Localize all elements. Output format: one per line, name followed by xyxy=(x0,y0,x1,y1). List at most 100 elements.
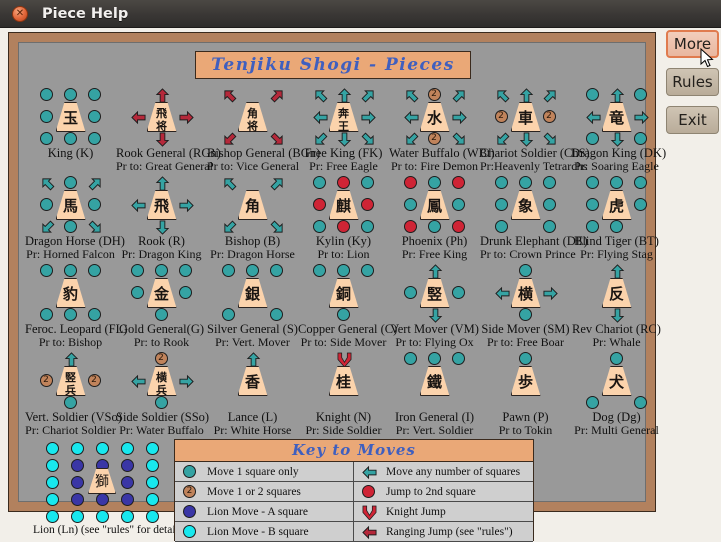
ranging-arrow-icon xyxy=(610,308,624,323)
piece-cell: 竜 Dragon King (DK) Pr: Soaring Eagle xyxy=(571,87,666,173)
piece-cell: 犬 Dog (Dg) Pr: Multi General xyxy=(571,351,662,437)
ranging-arrow-icon xyxy=(155,220,169,235)
two-squares-marker: 2 xyxy=(183,484,196,498)
knight-jump-icon xyxy=(362,505,377,520)
ranging-arrow-icon xyxy=(155,176,169,191)
lion-a-square-marker xyxy=(120,492,134,506)
piece-move-diagram: 飛 xyxy=(116,175,207,235)
dot-teal-marker xyxy=(39,110,53,123)
close-icon[interactable]: ✕ xyxy=(12,5,28,22)
side-button-column: More Rules Exit xyxy=(664,30,721,518)
ranging-arrow-icon xyxy=(178,374,194,389)
key-legend-label: Jump to 2nd square xyxy=(386,485,476,498)
dot-teal-marker xyxy=(542,198,556,211)
lion-a-square-marker xyxy=(70,458,84,472)
dot-teal-marker xyxy=(585,176,599,189)
piece-move-diagram: 歩 xyxy=(480,351,571,411)
piece-promotion: Pr: Flying Stag xyxy=(580,247,653,261)
ranging-jump-arrow-icon xyxy=(362,525,377,539)
key-legend-symbol xyxy=(181,504,201,520)
piece-tile: 鳳 xyxy=(419,190,450,220)
piece-cell: 角 Bishop (B) Pr: Dragon Horse xyxy=(207,175,298,261)
dot-red-marker xyxy=(336,176,350,189)
piece-promotion: Pr to: Fire Demon xyxy=(391,159,478,173)
dot-red-marker xyxy=(451,176,465,189)
lion-b-square-marker xyxy=(95,509,109,523)
ranging-arrow-icon xyxy=(64,352,78,367)
ranging-arrow-icon xyxy=(223,178,236,191)
dot-teal-marker xyxy=(63,176,77,189)
key-legend-label: Move any number of squares xyxy=(386,465,521,478)
key-legend-row: Lion Move - B square xyxy=(175,522,354,542)
two-squares-marker: 2 xyxy=(87,374,101,387)
dot-teal-marker xyxy=(494,176,508,189)
piece-promotion: Pr: Vert. Mover xyxy=(215,335,290,349)
key-legend-row: Lion Move - A square xyxy=(175,502,354,522)
dot-teal-marker xyxy=(360,264,374,277)
piece-cell: 竪 Vert Mover (VM) Pr to: Flying Ox xyxy=(389,263,480,349)
ranging-arrow-icon xyxy=(428,264,442,279)
ranging-arrow-icon xyxy=(41,178,54,191)
piece-cell: 象 Drunk Elephant (DE) Pr to: Crown Prince xyxy=(480,175,588,261)
ranging-jump-arrow-icon xyxy=(178,110,194,125)
piece-move-diagram: 玉 xyxy=(25,87,116,147)
piece-promotion: Pr: Dragon King xyxy=(121,247,202,261)
piece-move-diagram: 角将 xyxy=(207,87,298,147)
lion-a-square-marker xyxy=(120,458,134,472)
ranging-jump-arrow-icon xyxy=(130,110,146,125)
dot-teal-marker xyxy=(87,132,101,145)
ranging-arrow-icon xyxy=(494,286,510,301)
ranging-jump-arrow-icon xyxy=(155,88,169,103)
ranging-arrow-icon xyxy=(633,110,649,125)
exit-button[interactable]: Exit xyxy=(666,106,719,134)
ranging-arrow-icon xyxy=(543,132,556,145)
piece-tile: 象 xyxy=(510,190,541,220)
dot-teal-marker xyxy=(87,264,101,277)
dot-teal-marker xyxy=(178,264,192,277)
piece-move-diagram: 角 xyxy=(207,175,298,235)
ranging-arrow-icon xyxy=(610,132,624,147)
lion-b-square-marker xyxy=(45,509,59,523)
lion-b-square-marker xyxy=(45,458,59,472)
help-panel: Tenjiku Shogi - Pieces 玉 King (K) 飛将 Rook G… xyxy=(8,32,666,542)
piece-promotion: Pr:Heavenly Tetrarchs xyxy=(480,159,588,173)
dot-teal-marker xyxy=(130,286,144,299)
dot-teal-marker xyxy=(585,220,599,233)
lion-b-square-marker xyxy=(145,492,159,506)
ranging-arrow-icon xyxy=(452,90,465,103)
pieces-board: Tenjiku Shogi - Pieces 玉 King (K) 飛将 Rook G… xyxy=(18,42,666,542)
piece-cell: 銀 Silver General (S) Pr: Vert. Mover xyxy=(207,263,298,349)
dot-teal-marker xyxy=(451,352,465,365)
piece-promotion: Pr: to Rook xyxy=(133,335,190,349)
piece-move-diagram: 麒 xyxy=(298,175,389,235)
dot-teal-marker xyxy=(633,396,647,409)
ranging-jump-arrow-icon xyxy=(270,132,283,145)
piece-promotion: Pr to: Great General xyxy=(116,159,213,173)
two-squares-marker: 2 xyxy=(39,374,53,387)
ranging-jump-arrow-icon xyxy=(155,132,169,147)
ranging-arrow-icon xyxy=(337,88,351,103)
piece-tile: 銀 xyxy=(237,278,268,308)
dot-teal-marker xyxy=(403,352,417,365)
ranging-arrow-icon xyxy=(270,220,283,233)
ranging-arrow-icon xyxy=(519,88,533,103)
piece-cell: 角将 Bishop General (BGn) Pr to: Vice Genera… xyxy=(207,87,320,173)
dot-teal-marker xyxy=(403,286,417,299)
lion-caption: Lion (Ln) (see "rules" for details) xyxy=(33,524,188,536)
ranging-arrow-icon xyxy=(314,90,327,103)
dot-blue-marker xyxy=(183,504,196,518)
ranging-jump-arrow-icon xyxy=(223,132,236,145)
two-squares-marker: 2 xyxy=(542,110,556,123)
piece-move-diagram: 反 xyxy=(571,263,662,323)
piece-tile: 竜 xyxy=(601,102,632,132)
lion-b-square-marker xyxy=(145,475,159,489)
key-legend-label: Lion Move - B square xyxy=(207,525,309,538)
lion-piece-block: 獅 Lion (Ln) (see "rules" for details) xyxy=(33,439,188,541)
piece-tile: 反 xyxy=(601,278,632,308)
dot-teal-marker xyxy=(360,220,374,233)
piece-cell: 馬 Dragon Horse (DH) Pr: Horned Falcon xyxy=(25,175,125,261)
mouse-cursor xyxy=(700,48,714,68)
piece-tile: 鐵 xyxy=(419,366,450,396)
rules-button[interactable]: Rules xyxy=(666,68,719,96)
dot-teal-marker xyxy=(63,132,77,145)
